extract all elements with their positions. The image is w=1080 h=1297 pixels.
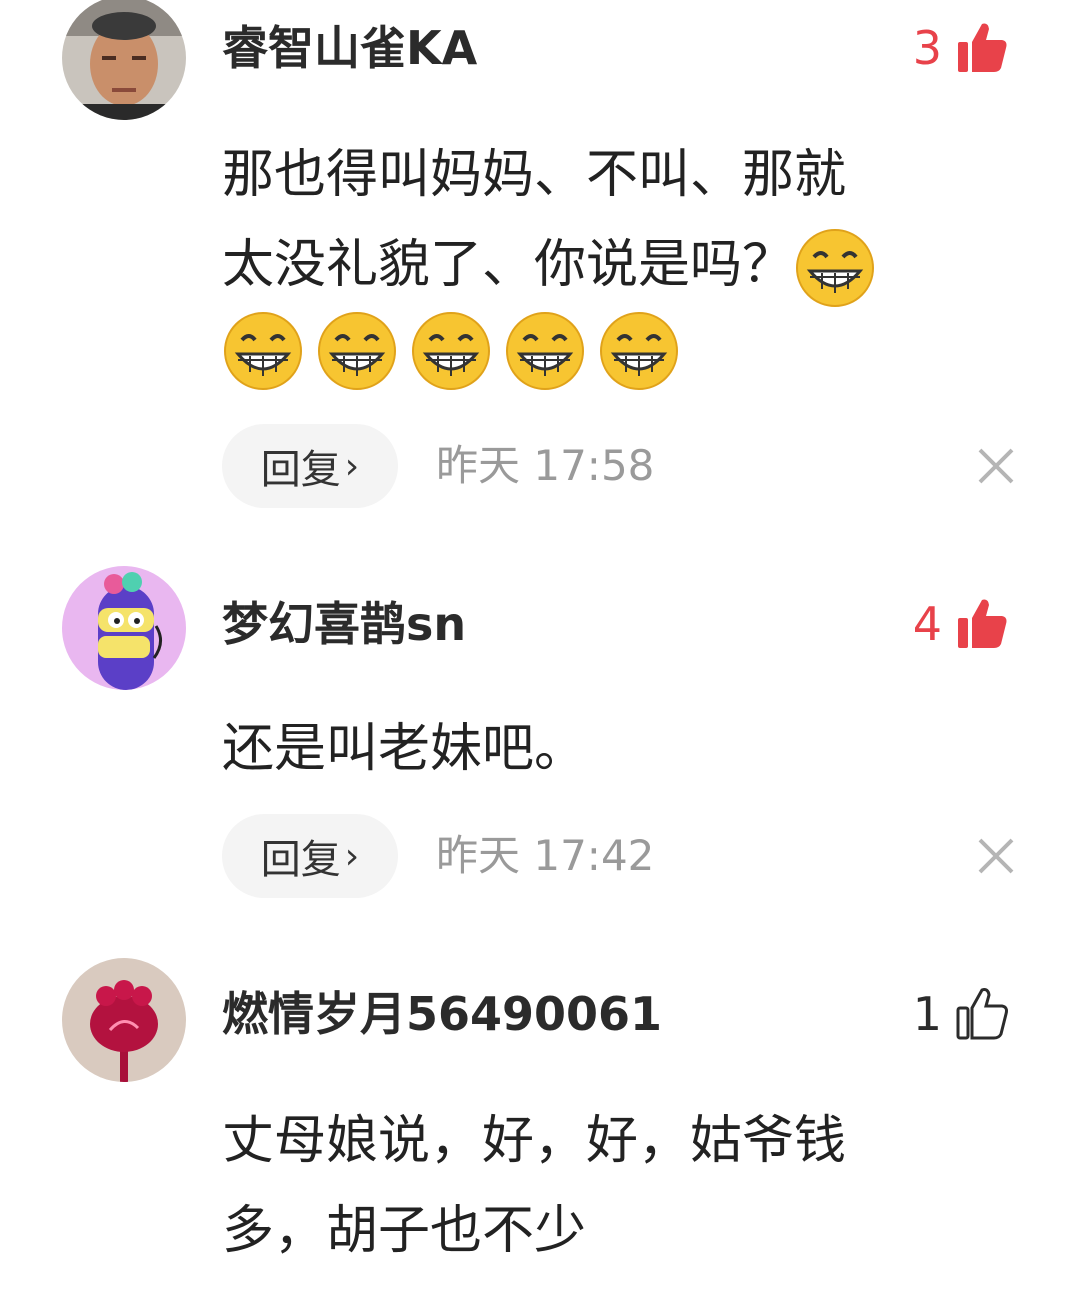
username[interactable]: 燃情岁月56490061 — [222, 984, 662, 1044]
avatar[interactable] — [62, 958, 186, 1082]
emoji-row — [222, 310, 1002, 392]
comment-line: 那也得叫妈妈、不叫、那就 — [222, 145, 847, 205]
username[interactable]: 梦幻喜鹊sn — [222, 594, 466, 654]
comment-line: 还是叫老妹吧。 — [222, 719, 587, 779]
close-icon[interactable] — [974, 444, 1018, 488]
thumbs-up-filled-icon — [954, 20, 1010, 76]
reply-button[interactable]: 回复 › — [222, 814, 398, 898]
like-button[interactable]: 3 — [913, 18, 1010, 78]
avatar-photo-icon — [62, 0, 186, 120]
grinning-face-emoji-icon — [504, 310, 586, 392]
grinning-face-emoji-icon — [598, 310, 680, 392]
comment-line: 多，胡子也不少 — [222, 1201, 587, 1261]
comment-line: 太没礼貌了、你说是吗？ — [222, 220, 1002, 310]
thumbs-up-outline-icon — [954, 986, 1010, 1042]
chevron-right-icon: › — [344, 445, 360, 487]
comment-text: 还是叫老妹吧。 — [222, 704, 1002, 794]
thumbs-up-filled-icon — [954, 596, 1010, 652]
like-count: 1 — [912, 987, 942, 1041]
grinning-face-emoji-icon — [410, 310, 492, 392]
username[interactable]: 睿智山雀KA — [222, 18, 477, 78]
comment-time: 昨天 17:42 — [436, 831, 655, 880]
like-count: 4 — [912, 597, 942, 651]
avatar-cartoon-icon — [62, 566, 186, 690]
chevron-right-icon: › — [344, 835, 360, 877]
comment-time: 昨天 17:58 — [436, 441, 655, 490]
grinning-face-emoji-icon — [222, 310, 304, 392]
comment-line-text: 太没礼貌了、你说是吗？ — [222, 235, 795, 295]
avatar-flower-icon — [62, 958, 186, 1082]
comment-text: 那也得叫妈妈、不叫、那就 太没礼貌了、你说是吗？ — [222, 130, 1002, 392]
comment-line: 丈母娘说，好，好，姑爷钱 — [222, 1111, 847, 1171]
comment-text: 丈母娘说，好，好，姑爷钱 多，胡子也不少 — [222, 1096, 1002, 1276]
reply-button[interactable]: 回复 › — [222, 424, 398, 508]
like-button[interactable]: 4 — [913, 594, 1010, 654]
like-count: 3 — [912, 21, 942, 75]
close-icon[interactable] — [974, 834, 1018, 878]
like-button[interactable]: 1 — [913, 984, 1010, 1044]
grinning-face-emoji-icon — [316, 310, 398, 392]
reply-label: 回复 — [260, 837, 341, 883]
reply-label: 回复 — [260, 447, 341, 493]
avatar[interactable] — [62, 566, 186, 690]
avatar[interactable] — [62, 0, 186, 120]
grinning-face-emoji-icon — [794, 227, 876, 309]
